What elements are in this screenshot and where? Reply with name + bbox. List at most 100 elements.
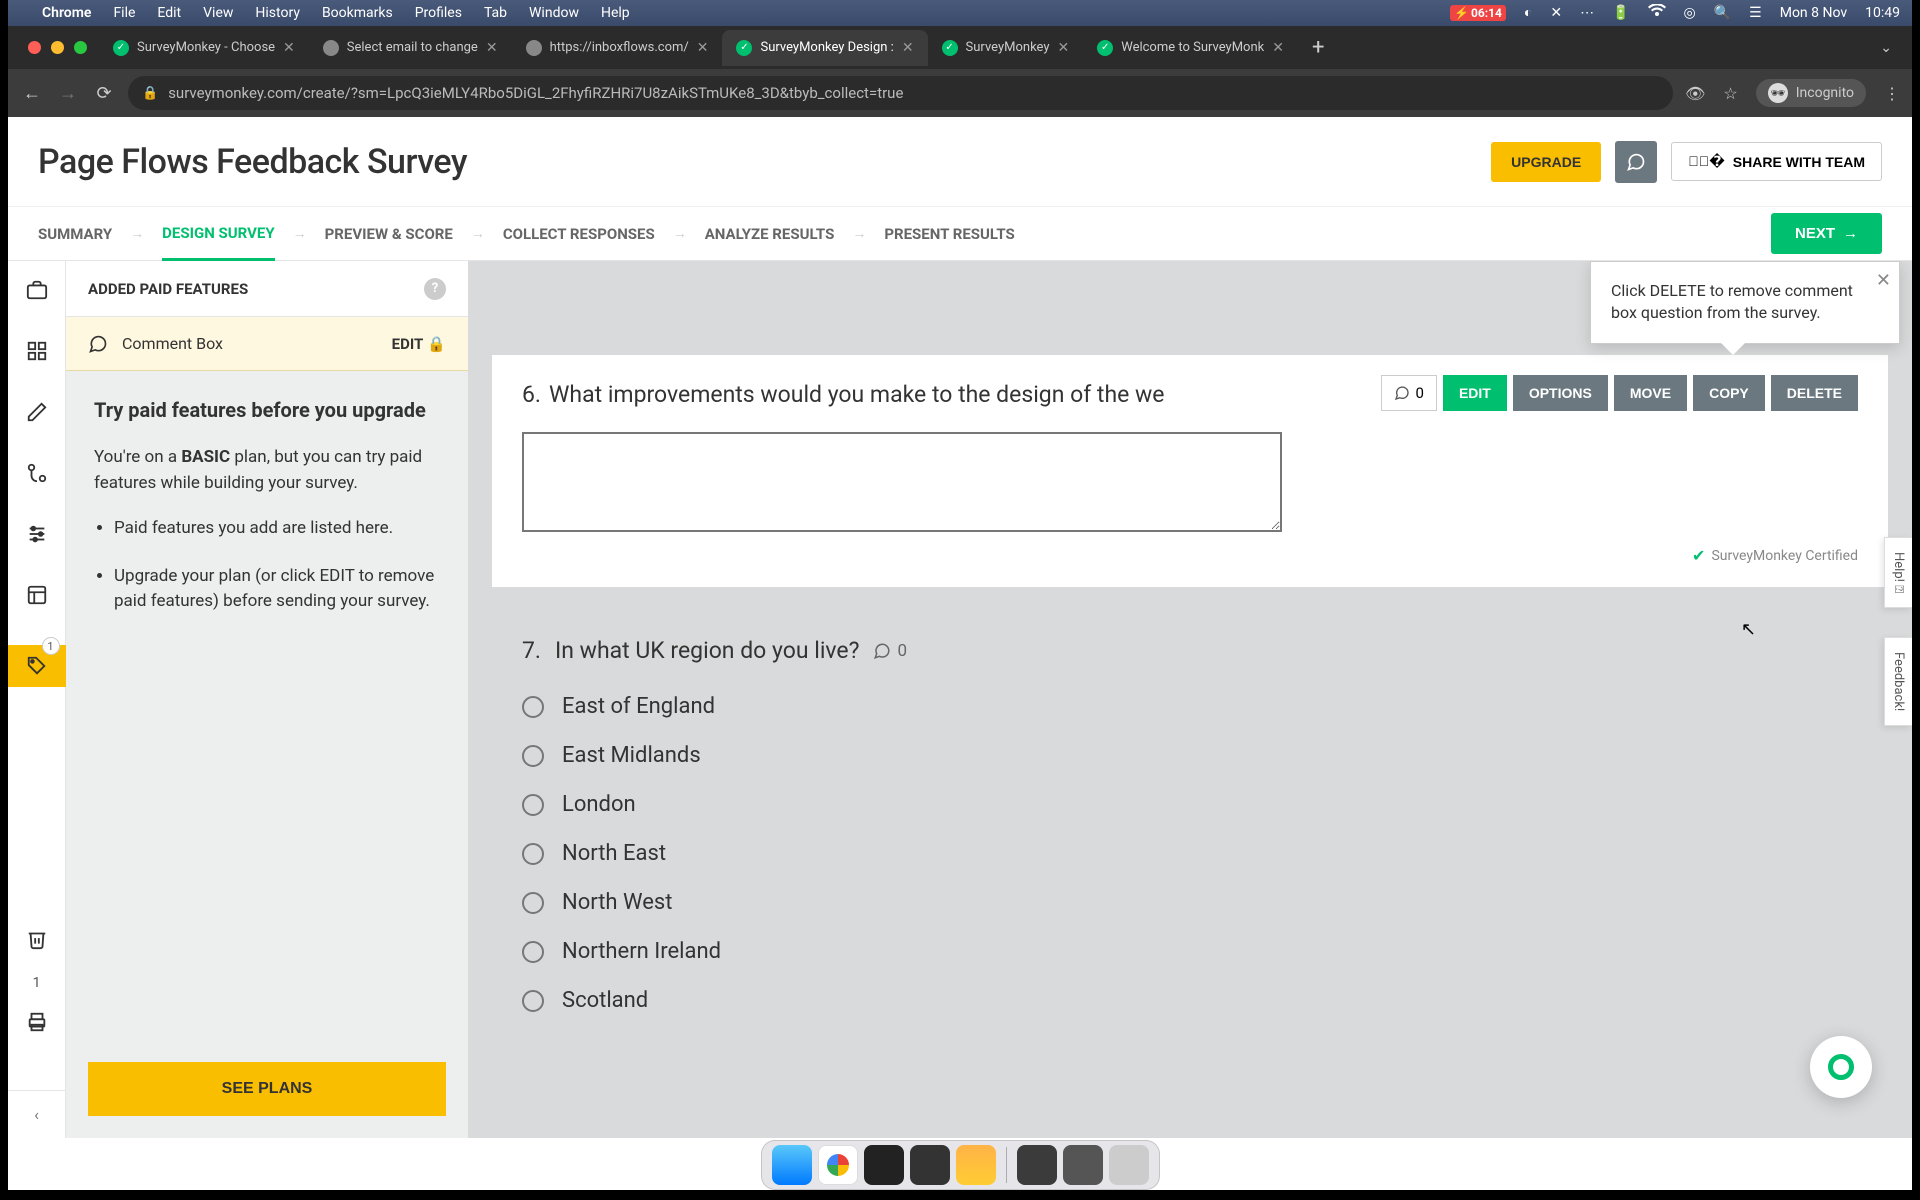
tooltip-close-icon[interactable]: ✕ xyxy=(1876,268,1891,293)
mac-menu-bookmarks[interactable]: Bookmarks xyxy=(322,5,393,21)
close-tab-icon[interactable]: ✕ xyxy=(902,40,914,56)
question-copy-button[interactable]: COPY xyxy=(1693,375,1765,411)
browser-menu-button[interactable]: ⋮ xyxy=(1884,84,1900,103)
question-card-6[interactable]: 6. What improvements would you make to t… xyxy=(492,355,1888,587)
radio-option[interactable]: North West xyxy=(522,890,1858,915)
mac-menu-view[interactable]: View xyxy=(203,5,233,21)
rail-briefcase-icon[interactable] xyxy=(26,279,48,306)
next-button[interactable]: NEXT → xyxy=(1771,213,1882,254)
question-delete-button[interactable]: DELETE xyxy=(1771,375,1858,411)
share-team-button[interactable]: �ి� SHARE WITH TEAM xyxy=(1671,142,1882,181)
minimize-window-button[interactable] xyxy=(51,41,64,54)
rail-collapse-button[interactable]: ‹ xyxy=(8,1090,66,1138)
dock-chrome-icon[interactable] xyxy=(818,1145,858,1185)
question-options-button[interactable]: OPTIONS xyxy=(1513,375,1608,411)
close-tab-icon[interactable]: ✕ xyxy=(1272,40,1284,56)
back-button[interactable]: ← xyxy=(20,83,44,104)
browser-tab-4[interactable]: ✓SurveyMonkey✕ xyxy=(928,30,1084,66)
question-move-button[interactable]: MOVE xyxy=(1614,375,1687,411)
mac-date[interactable]: Mon 8 Nov xyxy=(1780,5,1847,21)
question-block-7[interactable]: 7. In what UK region do you live? 0 East… xyxy=(492,637,1888,1013)
rail-grid-icon[interactable] xyxy=(26,340,48,367)
mac-menu-profiles[interactable]: Profiles xyxy=(415,5,462,21)
battery-icon[interactable]: 🔋 xyxy=(1612,5,1629,21)
mac-time[interactable]: 10:49 xyxy=(1865,5,1900,21)
bookmark-star-icon[interactable]: ☆ xyxy=(1723,84,1737,103)
radio-option[interactable]: North East xyxy=(522,841,1858,866)
mac-app-name[interactable]: Chrome xyxy=(42,5,91,21)
feature-edit-link[interactable]: EDIT🔒 xyxy=(392,335,446,353)
rail-tag-icon[interactable]: 1 xyxy=(8,645,66,687)
close-tab-icon[interactable]: ✕ xyxy=(697,40,709,56)
address-bar[interactable]: 🔒 surveymonkey.com/create/?sm=LpcQ3ieMLY… xyxy=(128,76,1673,110)
battery-status[interactable]: ⚡06:14 xyxy=(1450,5,1506,21)
mac-menu-tab[interactable]: Tab xyxy=(484,5,507,21)
mac-menu-window[interactable]: Window xyxy=(529,5,579,21)
rail-layout-icon[interactable] xyxy=(26,584,48,611)
dock-app-icon[interactable] xyxy=(910,1145,950,1185)
rail-print-icon[interactable] xyxy=(26,1011,48,1038)
mac-menu-file[interactable]: File xyxy=(113,5,135,21)
eye-off-icon[interactable]: 👁 xyxy=(1685,84,1705,103)
dock-terminal-icon[interactable] xyxy=(864,1145,904,1185)
close-tab-icon[interactable]: ✕ xyxy=(486,40,498,56)
maximize-window-button[interactable] xyxy=(74,41,87,54)
tab-overflow-button[interactable]: ⌄ xyxy=(1860,40,1912,56)
browser-tab-2[interactable]: https://inboxflows.com/✕ xyxy=(512,30,723,66)
forward-button[interactable]: → xyxy=(56,83,80,104)
radio-option[interactable]: London xyxy=(522,792,1858,817)
dock-app-icon[interactable] xyxy=(1017,1145,1057,1185)
rail-branch-icon[interactable] xyxy=(26,462,48,489)
close-tab-icon[interactable]: ✕ xyxy=(1058,40,1070,56)
question-comments-button[interactable]: 0 xyxy=(1381,375,1437,411)
status-icon-1[interactable]: ◐ xyxy=(1524,4,1532,21)
step-collect[interactable]: COLLECT RESPONSES xyxy=(503,225,655,243)
see-plans-button[interactable]: SEE PLANS xyxy=(88,1062,446,1116)
browser-tab-0[interactable]: ✓SurveyMonkey - Choose✕ xyxy=(99,30,309,66)
status-icon-2[interactable]: ✕ xyxy=(1550,5,1562,21)
radio-option[interactable]: East Midlands xyxy=(522,743,1858,768)
new-tab-button[interactable]: + xyxy=(1298,35,1338,60)
dock-app-icon[interactable] xyxy=(956,1145,996,1185)
upgrade-button[interactable]: UPGRADE xyxy=(1491,142,1601,182)
question-edit-button[interactable]: EDIT xyxy=(1443,375,1507,411)
rail-sliders-icon[interactable] xyxy=(26,523,48,550)
radio-option[interactable]: Scotland xyxy=(522,988,1858,1013)
question-7-comments[interactable]: 0 xyxy=(873,641,907,661)
feedback-edge-tab[interactable]: Feedback! xyxy=(1884,637,1912,726)
reload-button[interactable]: ⟳ xyxy=(92,83,116,104)
spotlight-icon[interactable]: 🔍 xyxy=(1714,5,1731,21)
mac-menu-edit[interactable]: Edit xyxy=(157,5,181,21)
control-center-icon[interactable]: ☰ xyxy=(1749,5,1762,21)
status-icon-3[interactable]: ⋯ xyxy=(1580,5,1594,21)
rail-pencil-icon[interactable] xyxy=(26,401,48,428)
rail-trash-icon[interactable] xyxy=(26,928,48,955)
chat-fab[interactable] xyxy=(1810,1036,1872,1098)
status-icon-4[interactable]: ◎ xyxy=(1684,5,1696,21)
comments-button[interactable] xyxy=(1615,141,1657,183)
dock-finder-icon[interactable] xyxy=(772,1145,812,1185)
browser-tab-5[interactable]: ✓Welcome to SurveyMonk✕ xyxy=(1083,30,1298,66)
comment-box-textarea[interactable] xyxy=(522,432,1282,532)
mac-menu-history[interactable]: History xyxy=(255,5,300,21)
mac-menu-help[interactable]: Help xyxy=(601,5,630,21)
browser-tab-3[interactable]: ✓SurveyMonkey Design :✕ xyxy=(722,30,927,66)
step-analyze[interactable]: ANALYZE RESULTS xyxy=(705,225,835,243)
radio-option[interactable]: Northern Ireland xyxy=(522,939,1858,964)
step-preview[interactable]: PREVIEW & SCORE xyxy=(325,225,453,243)
help-icon[interactable]: ? xyxy=(424,278,446,300)
radio-icon xyxy=(522,843,544,865)
dock-trash-icon[interactable] xyxy=(1109,1145,1149,1185)
step-summary[interactable]: SUMMARY xyxy=(38,225,112,243)
wifi-icon[interactable] xyxy=(1648,4,1666,22)
help-edge-tab[interactable]: Help! ⍰ xyxy=(1884,537,1912,608)
browser-tab-1[interactable]: Select email to change✕ xyxy=(309,30,512,66)
incognito-badge[interactable]: 🕶Incognito xyxy=(1756,79,1866,107)
sidebar-feature-row[interactable]: Comment Box EDIT🔒 xyxy=(66,317,468,371)
step-present[interactable]: PRESENT RESULTS xyxy=(884,225,1014,243)
step-design[interactable]: DESIGN SURVEY xyxy=(162,224,274,261)
dock-app-icon[interactable] xyxy=(1063,1145,1103,1185)
close-window-button[interactable] xyxy=(28,41,41,54)
close-tab-icon[interactable]: ✕ xyxy=(283,40,295,56)
radio-option[interactable]: East of England xyxy=(522,694,1858,719)
